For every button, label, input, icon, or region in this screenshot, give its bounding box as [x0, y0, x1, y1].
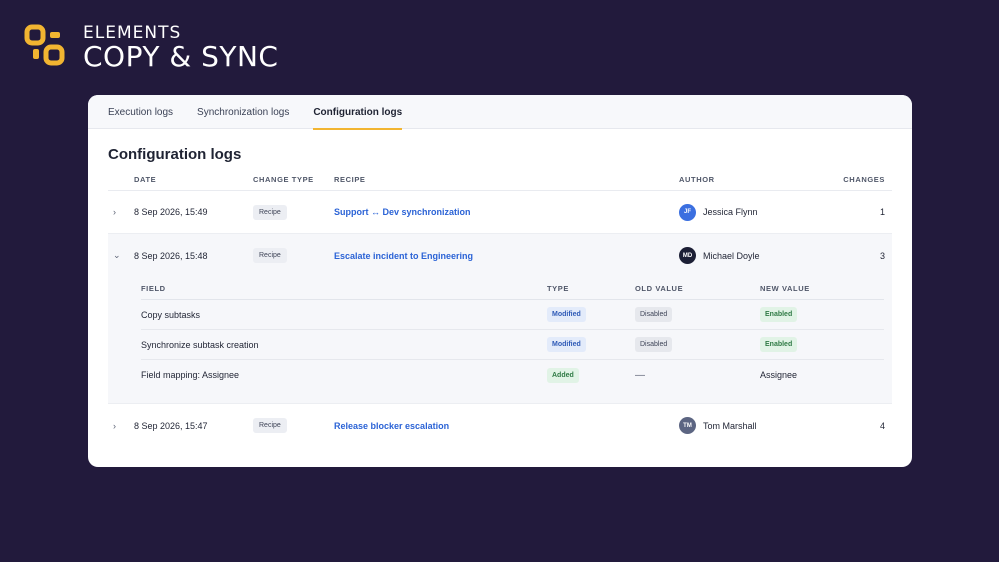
avatar: TM — [679, 417, 696, 434]
chevron-right-icon[interactable]: › — [108, 207, 134, 217]
recipe-link[interactable]: Release blocker escalation — [334, 421, 449, 431]
old-value-badge: Disabled — [635, 307, 673, 322]
type-badge: Modified — [547, 337, 586, 352]
header-recipe: RECIPE — [334, 174, 366, 184]
tab-bar: Execution logs Synchronization logs Conf… — [88, 95, 912, 130]
detail-row: Copy subtasks Modified Disabled Enabled — [141, 300, 884, 330]
field-name: Synchronize subtask creation — [141, 339, 259, 350]
old-value-empty: — — [635, 369, 645, 381]
logs-card: Execution logs Synchronization logs Conf… — [88, 95, 912, 467]
table-row[interactable]: ⌄ 8 Sep 2026, 15:48 Recipe Escalate inci… — [108, 234, 892, 277]
author-name: Jessica Flynn — [703, 207, 758, 217]
row-date: 8 Sep 2026, 15:47 — [134, 420, 208, 431]
author-name: Tom Marshall — [703, 420, 757, 431]
detail-row: Field mapping: Assignee Added — Assignee — [141, 360, 884, 390]
copy-sync-logo-icon — [24, 24, 65, 66]
header-date: DATE — [134, 174, 157, 184]
chevron-down-icon[interactable]: ⌄ — [108, 250, 134, 261]
header-author: AUTHOR — [679, 174, 715, 184]
new-value-badge: Enabled — [760, 337, 798, 352]
table-row[interactable]: › 8 Sep 2026, 15:49 Recipe Support ↔ Dev… — [108, 191, 892, 234]
brand: ELEMENTS COPY & SYNC — [24, 24, 278, 72]
type-badge: Added — [547, 367, 579, 383]
change-details-table: FIELD TYPE OLD VALUE NEW VALUE Copy subt… — [141, 277, 884, 390]
old-value-badge: Disabled — [635, 337, 673, 352]
field-name: Copy subtasks — [141, 309, 201, 320]
type-badge: Modified — [547, 307, 586, 322]
row-date: 8 Sep 2026, 15:48 — [134, 250, 208, 261]
changes-count: 4 — [879, 420, 885, 431]
page-title: Configuration logs — [108, 146, 242, 163]
tab-synchronization-logs[interactable]: Synchronization logs — [197, 95, 289, 129]
header-field: FIELD — [141, 283, 166, 293]
change-type-chip: Recipe — [253, 204, 287, 220]
table-header: DATE CHANGE TYPE RECIPE AUTHOR CHANGES — [108, 168, 892, 191]
header-new-value: NEW VALUE — [760, 283, 810, 293]
change-type-chip: Recipe — [253, 418, 287, 433]
recipe-link[interactable]: Support ↔ Dev synchronization — [334, 207, 471, 217]
row-date: 8 Sep 2026, 15:49 — [134, 207, 208, 217]
header-old-value: OLD VALUE — [635, 283, 684, 293]
header-changes: CHANGES — [843, 174, 885, 184]
expanded-row: ⌄ 8 Sep 2026, 15:48 Recipe Escalate inci… — [108, 234, 892, 404]
field-name: Field mapping: Assignee — [141, 370, 240, 380]
table-row[interactable]: › 8 Sep 2026, 15:47 Recipe Release block… — [108, 404, 892, 447]
tab-configuration-logs[interactable]: Configuration logs — [313, 95, 402, 130]
details-header: FIELD TYPE OLD VALUE NEW VALUE — [141, 277, 884, 300]
avatar: MD — [679, 247, 696, 264]
author-name: Michael Doyle — [703, 250, 760, 261]
chevron-right-icon[interactable]: › — [108, 421, 134, 431]
configuration-logs-table: DATE CHANGE TYPE RECIPE AUTHOR CHANGES ›… — [108, 168, 892, 447]
changes-count: 1 — [879, 207, 885, 217]
recipe-link[interactable]: Escalate incident to Engineering — [334, 251, 473, 261]
changes-count: 3 — [879, 250, 885, 261]
new-value-text: Assignee — [760, 370, 798, 380]
new-value-badge: Enabled — [760, 307, 798, 322]
product-name: COPY & SYNC — [83, 40, 279, 73]
change-type-chip: Recipe — [253, 248, 287, 263]
header-change-type: CHANGE TYPE — [253, 174, 314, 184]
avatar: JF — [679, 203, 696, 221]
tab-execution-logs[interactable]: Execution logs — [108, 95, 173, 129]
header-type: TYPE — [547, 283, 569, 293]
detail-row: Synchronize subtask creation Modified Di… — [141, 330, 884, 360]
